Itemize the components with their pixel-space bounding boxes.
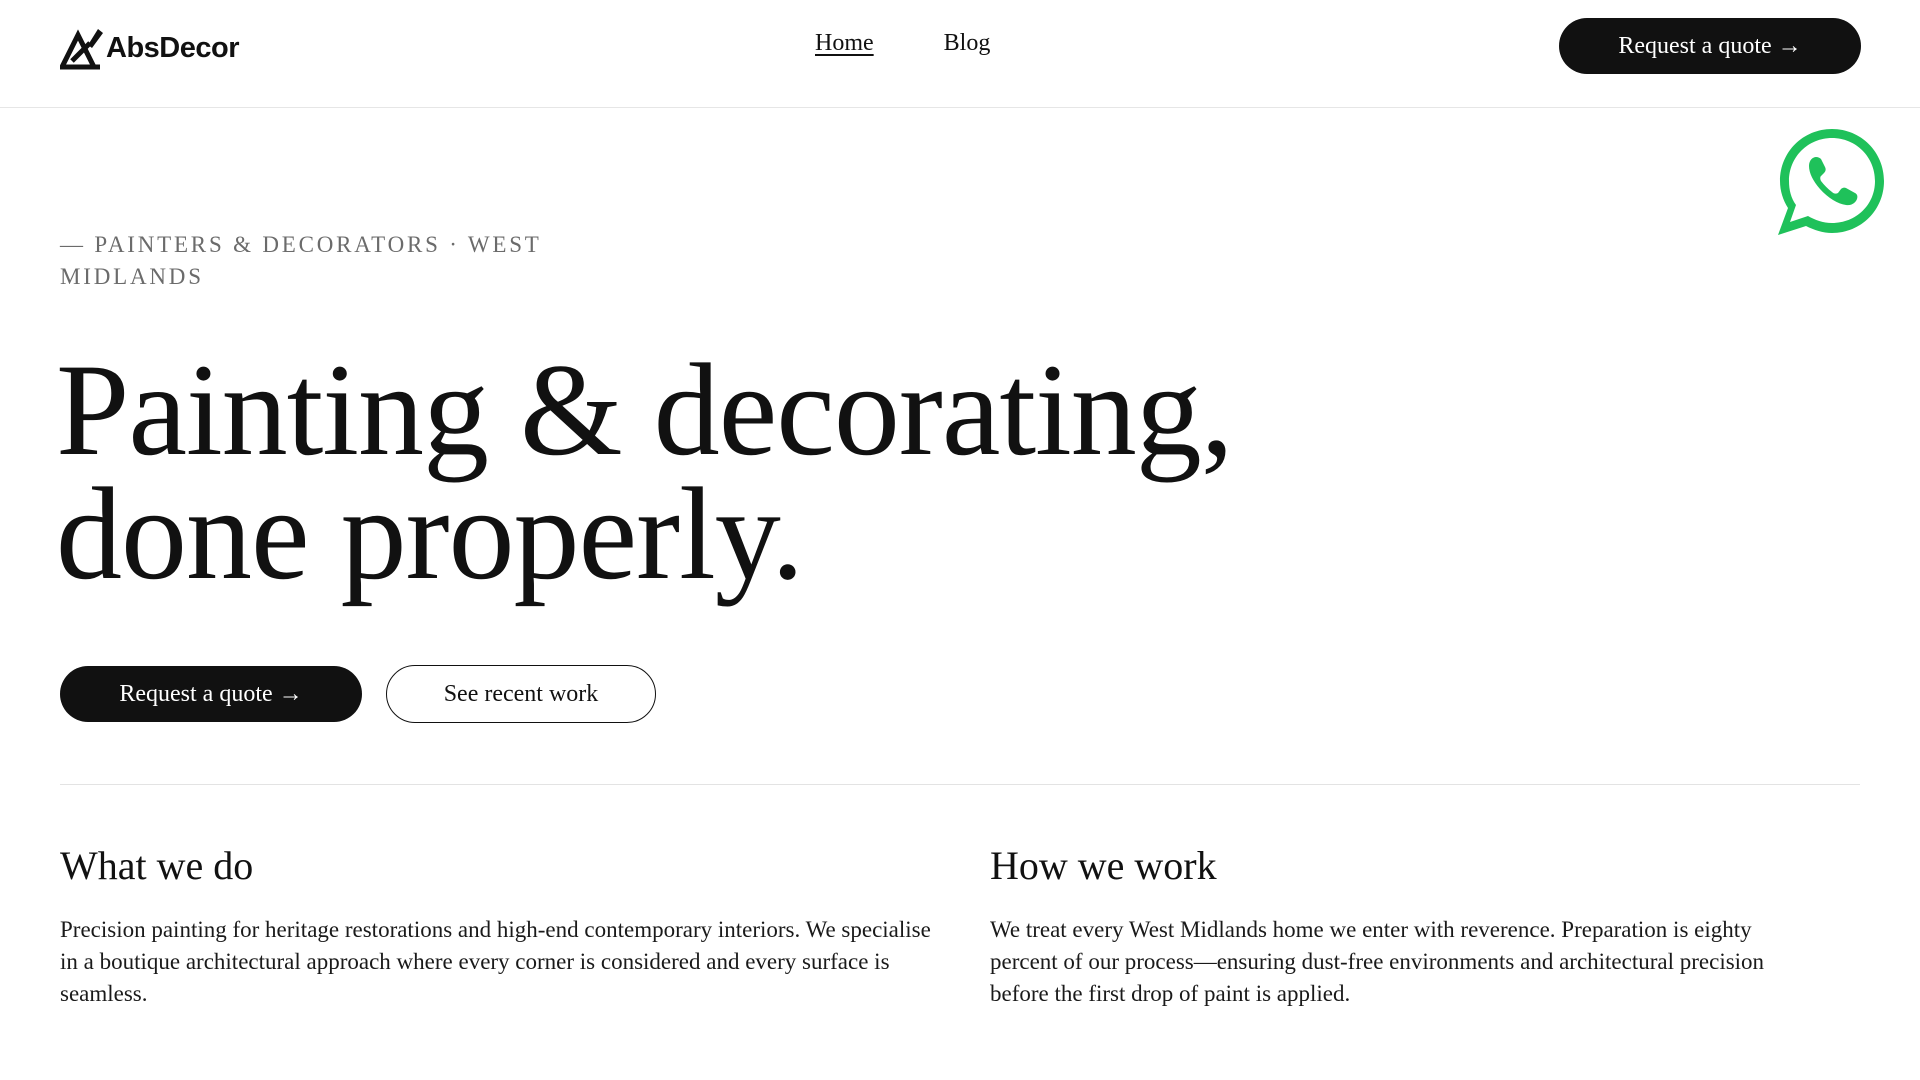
hero-title: Painting & decorating, done properly. bbox=[56, 336, 1356, 607]
how-we-work-heading: How we work bbox=[990, 843, 1217, 888]
brand-logo[interactable]: AbsDecor bbox=[60, 24, 240, 72]
see-recent-work-button[interactable]: See recent work bbox=[386, 665, 656, 723]
nav-link-home[interactable]: Home bbox=[815, 30, 874, 57]
what-we-do-section: What we do Precision painting for herita… bbox=[60, 840, 940, 1010]
what-we-do-heading: What we do bbox=[60, 843, 254, 888]
header-request-quote-button[interactable]: Request a quote → bbox=[1559, 18, 1861, 74]
how-we-work-section: How we work We treat every West Midlands… bbox=[990, 840, 1820, 1010]
what-we-do-text: Precision painting for heritage restorat… bbox=[60, 917, 931, 1006]
logo-brush-icon bbox=[60, 29, 103, 70]
hero-title-line-1: Painting & decorating, bbox=[56, 336, 1234, 483]
whatsapp-icon bbox=[1778, 129, 1884, 235]
main-nav: Home Blog bbox=[815, 30, 990, 57]
hero-eyebrow: — PAINTERS & DECORATORS · WEST MIDLANDS bbox=[60, 232, 542, 289]
how-we-work-text: We treat every West Midlands home we ent… bbox=[990, 917, 1765, 1006]
nav-link-blog[interactable]: Blog bbox=[944, 30, 991, 57]
section-divider bbox=[60, 784, 1860, 785]
brand-name: AbsDecor bbox=[106, 31, 240, 64]
hero-title-line-2: done properly. bbox=[56, 460, 804, 607]
whatsapp-button[interactable] bbox=[1776, 125, 1888, 237]
hero-request-quote-button[interactable]: Request a quote → bbox=[60, 666, 362, 722]
site-header: AbsDecor Home Blog Request a quote → bbox=[0, 0, 1920, 108]
